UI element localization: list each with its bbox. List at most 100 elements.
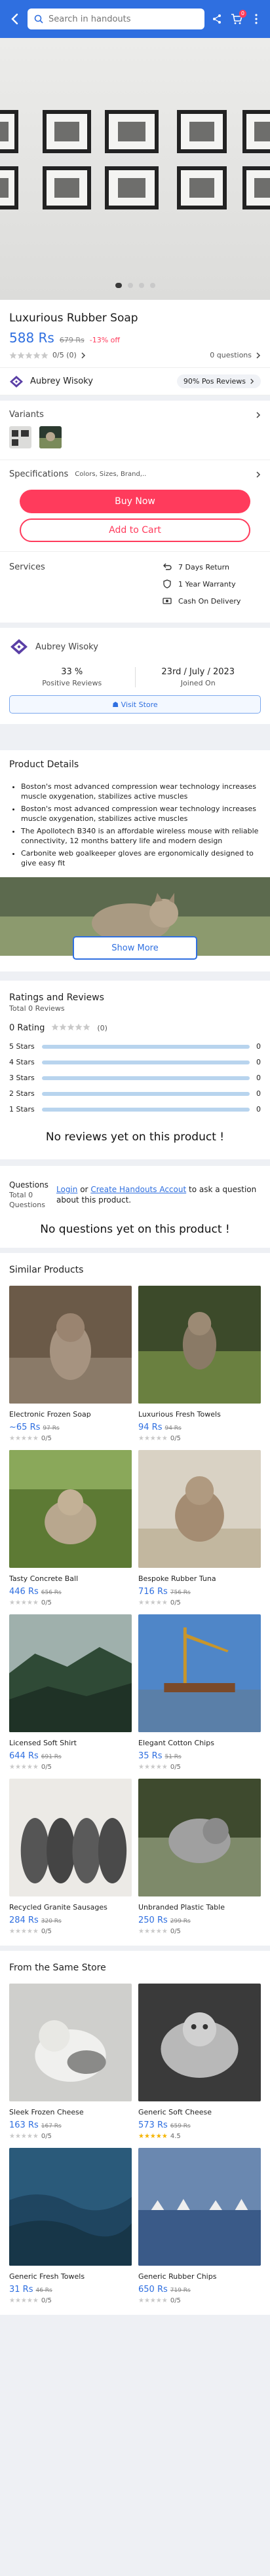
product-title: Luxurious Rubber Soap (9, 312, 138, 325)
specifications-section[interactable]: Specifications Colors, Sizes, Brand,.. (0, 460, 270, 488)
questions-total: Total 0 (9, 1191, 33, 1199)
product-image-carousel[interactable] (0, 38, 270, 300)
questions-section: Questions Total 0 Questions Login or Cre… (0, 1166, 270, 1248)
product-card-image (9, 1779, 132, 1896)
star-rating-icon: ★★★★★ (9, 1764, 39, 1771)
product-card[interactable]: Unbranded Plastic Table 250 Rs 299 Rs ★★★… (138, 1779, 261, 1935)
share-icon[interactable] (210, 12, 224, 26)
service-return: 7 Days Return (163, 562, 261, 571)
product-card[interactable]: Generic Fresh Towels 31 Rs 46 Rs ★★★★★ 0/5 (9, 2148, 132, 2304)
rating-bar (42, 1091, 250, 1096)
add-to-cart-button[interactable]: Add to Cart (20, 518, 250, 542)
seller-rating-pill: 90% Pos Reviews (176, 374, 261, 388)
product-card[interactable]: Luxurious Fresh Towels 94 Rs 94 Rs ★★★★★ 0… (138, 1286, 261, 1442)
specifications-title: Specifications (9, 469, 69, 479)
product-card-image (138, 2148, 261, 2266)
joined-date-value: 23rd / July / 2023 (161, 667, 235, 677)
product-card-image (9, 1450, 132, 1568)
rating-bar-row: 4 Stars 0 (9, 1058, 261, 1066)
seller-row[interactable]: Aubrey Wisoky 90% Pos Reviews (0, 367, 270, 395)
rating-bar-row: 5 Stars 0 (9, 1042, 261, 1051)
rating-breakdown: 5 Stars 0 4 Stars 0 3 Stars 0 2 Stars 0 1 St… (9, 1042, 261, 1114)
rating-bar (42, 1076, 250, 1080)
rating-bar-row: 2 Stars 0 (9, 1089, 261, 1098)
variant-thumbnail[interactable] (39, 426, 62, 448)
positive-reviews-label: Positive Reviews (42, 679, 102, 687)
product-card[interactable]: Generic Soft Cheese 573 Rs 659 Rs ★★★★★ 4.… (138, 1984, 261, 2140)
product-image (0, 38, 270, 300)
login-link[interactable]: Login (56, 1185, 77, 1194)
chevron-right-icon (256, 471, 261, 478)
chevron-right-icon[interactable] (81, 352, 86, 359)
product-price: 588 Rs (9, 330, 54, 346)
overall-rating-stars (51, 1023, 90, 1033)
chevron-right-icon (256, 352, 261, 359)
variant-thumbnail[interactable] (9, 426, 31, 448)
price-row: 588 Rs 679 Rs -13% off (9, 330, 261, 346)
warranty-icon (163, 579, 172, 589)
more-icon[interactable] (249, 12, 263, 26)
product-card-image (138, 1779, 261, 1896)
reviews-total: Total 0 Reviews (9, 1004, 65, 1013)
star-rating-icon: ★★★★★ (138, 1764, 168, 1771)
questions-count: 0 questions (210, 351, 252, 359)
product-card-image (9, 1286, 132, 1404)
details-bullets: Boston's most advanced compression wear … (21, 782, 261, 868)
product-card[interactable]: Tasty Concrete Ball 446 Rs 656 Rs ★★★★★ 0/… (9, 1450, 132, 1606)
search-input[interactable] (48, 14, 198, 24)
carousel-dot[interactable] (138, 283, 144, 288)
product-details-section: Product Details Boston's most advanced c… (0, 750, 270, 971)
return-icon (163, 562, 172, 571)
store-card: Aubrey Wisoky 33 % Positive Reviews 23rd… (0, 628, 270, 724)
service-cod: Cash On Delivery (163, 596, 261, 606)
search-box[interactable] (28, 9, 204, 29)
carousel-dot-active[interactable] (115, 283, 122, 288)
store-name: Aubrey Wisoky (35, 642, 98, 652)
product-card-image (138, 1614, 261, 1732)
product-card[interactable]: Generic Rubber Chips 650 Rs 719 Rs ★★★★★ 0… (138, 2148, 261, 2304)
product-card-image (138, 1450, 261, 1568)
show-more-button[interactable]: Show More (73, 936, 197, 960)
same-store-grid: Sleek Frozen Cheese 163 Rs 167 Rs ★★★★★ 0/… (9, 1984, 261, 2304)
chevron-right-icon (256, 411, 261, 418)
rating-count: 0/5 (0) (52, 351, 77, 359)
top-bar: 0 (0, 0, 270, 38)
product-card[interactable]: Bespoke Rubber Tuna 716 Rs 756 Rs ★★★★★ 0/… (138, 1450, 261, 1606)
cart-badge: 0 (239, 10, 246, 18)
similar-products-section: Similar Products Electronic Frozen Soap … (0, 1253, 270, 1946)
questions-sub: Questions (9, 1201, 45, 1209)
cart-icon[interactable]: 0 (229, 10, 246, 26)
rating-stars (9, 352, 48, 359)
create-account-link[interactable]: Create Handouts Accout (90, 1185, 186, 1194)
visit-store-button[interactable]: ☗ Visit Store (9, 695, 261, 714)
star-rating-icon: ★★★★★ (138, 1928, 168, 1935)
variants-section[interactable]: Variants (0, 401, 270, 460)
product-card[interactable]: Elegant Cotton Chips 35 Rs 51 Rs ★★★★★ 0/5 (138, 1614, 261, 1771)
questions-link[interactable]: 0 questions (210, 351, 261, 359)
product-card-image (9, 2148, 132, 2266)
variants-title: Variants (9, 410, 44, 420)
product-details-title: Product Details (9, 759, 79, 770)
buy-now-button[interactable]: Buy Now (20, 490, 250, 513)
back-arrow-icon[interactable] (8, 12, 22, 26)
product-card[interactable]: Recycled Granite Sausages 284 Rs 320 Rs ★… (9, 1779, 132, 1935)
same-store-section: From the Same Store Sleek Frozen Cheese … (0, 1951, 270, 2315)
product-card[interactable]: Electronic Frozen Soap ~65 Rs 97 Rs ★★★★★… (9, 1286, 132, 1442)
carousel-dot[interactable] (127, 283, 133, 288)
overall-rating: 0 Rating (9, 1023, 45, 1033)
star-rating-icon: ★★★★★ (138, 2133, 168, 2140)
carousel-dot[interactable] (149, 283, 155, 288)
detail-bullet: The Apollotech B340 is an affordable wir… (21, 826, 261, 846)
same-store-title: From the Same Store (9, 1963, 106, 1973)
services-section: Services 7 Days Return 1 Year Warranty C… (0, 551, 270, 623)
product-card[interactable]: Licensed Soft Shirt 644 Rs 691 Rs ★★★★★ 0/… (9, 1614, 132, 1771)
product-card-image (9, 1614, 132, 1732)
product-card[interactable]: Sleek Frozen Cheese 163 Rs 167 Rs ★★★★★ 0/… (9, 1984, 132, 2140)
star-rating-icon: ★★★★★ (9, 1928, 39, 1935)
store-logo-icon (9, 638, 29, 655)
similar-products-title: Similar Products (9, 1265, 84, 1275)
rating-bar (42, 1044, 250, 1049)
joined-date-label: Joined On (180, 679, 216, 687)
similar-products-grid: Electronic Frozen Soap ~65 Rs 97 Rs ★★★★★… (9, 1286, 261, 1935)
cash-icon (163, 596, 172, 606)
